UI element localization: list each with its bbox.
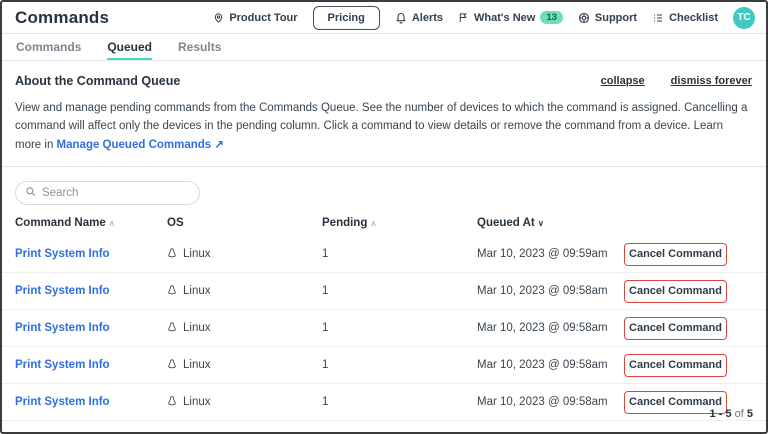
tab-bar: Commands Queued Results xyxy=(2,34,766,61)
checklist-icon xyxy=(652,12,664,24)
tab-queued[interactable]: Queued xyxy=(107,34,152,60)
table-row: Print System Info Linux 1 Mar 10, 2023 @… xyxy=(2,236,766,273)
flag-icon xyxy=(458,11,469,24)
os-label: Linux xyxy=(183,322,211,334)
cancel-command-button[interactable]: Cancel Command xyxy=(624,243,727,266)
manage-queued-commands-link[interactable]: Manage Queued Commands ↗ xyxy=(57,139,224,151)
checklist-label: Checklist xyxy=(669,12,718,24)
sort-asc-icon: ∧ xyxy=(370,218,376,228)
queued-at-value: Mar 10, 2023 @ 09:58am xyxy=(477,359,624,371)
table-row: Print System Info Linux 1 Mar 10, 2023 @… xyxy=(2,310,766,347)
linux-penguin-icon xyxy=(167,358,177,373)
table-header-row: Command Name∧ OS Pending∧ Queued At∨ xyxy=(2,209,766,236)
about-command-queue-banner: About the Command Queue collapse dismiss… xyxy=(2,61,766,167)
tour-icon xyxy=(213,12,224,24)
table-row: Print System Info Linux 1 Mar 10, 2023 @… xyxy=(2,347,766,384)
pagination-of: of xyxy=(735,408,744,420)
cancel-command-button[interactable]: Cancel Command xyxy=(624,280,727,303)
column-header-pending[interactable]: Pending∧ xyxy=(322,217,477,229)
command-name-link[interactable]: Print System Info xyxy=(15,285,110,297)
whats-new-count-badge: 13 xyxy=(540,11,563,24)
linux-penguin-icon xyxy=(167,247,177,262)
search-box[interactable] xyxy=(15,181,200,205)
whats-new-label: What's New xyxy=(474,12,535,24)
checklist-button[interactable]: Checklist xyxy=(652,12,718,24)
support-button[interactable]: Support xyxy=(578,12,637,24)
column-header-queued-at[interactable]: Queued At∨ xyxy=(477,217,624,229)
about-title: About the Command Queue xyxy=(15,74,180,88)
column-header-command-name[interactable]: Command Name∧ xyxy=(15,217,167,229)
linux-penguin-icon xyxy=(167,395,177,410)
cancel-command-button[interactable]: Cancel Command xyxy=(624,317,727,340)
command-name-link[interactable]: Print System Info xyxy=(15,322,110,334)
tab-commands[interactable]: Commands xyxy=(16,34,81,60)
top-nav: Product Tour Pricing Alerts xyxy=(213,6,755,30)
os-label: Linux xyxy=(183,248,211,260)
command-name-link[interactable]: Print System Info xyxy=(15,359,110,371)
queued-at-value: Mar 10, 2023 @ 09:59am xyxy=(477,248,624,260)
dismiss-forever-link[interactable]: dismiss forever xyxy=(671,75,752,87)
pending-count: 1 xyxy=(322,285,477,297)
pagination: 1 - 5 of 5 xyxy=(710,408,753,420)
pending-count: 1 xyxy=(322,322,477,334)
search-zone xyxy=(2,167,766,209)
alerts-button[interactable]: Alerts xyxy=(395,11,443,24)
collapse-link[interactable]: collapse xyxy=(601,75,645,87)
alerts-label: Alerts xyxy=(412,12,443,24)
command-name-link[interactable]: Print System Info xyxy=(15,396,110,408)
column-header-os[interactable]: OS xyxy=(167,217,322,229)
pending-count: 1 xyxy=(322,359,477,371)
command-name-link[interactable]: Print System Info xyxy=(15,248,110,260)
os-cell: Linux xyxy=(167,247,322,262)
whats-new-button[interactable]: What's New 13 xyxy=(458,11,563,24)
sort-desc-icon: ∨ xyxy=(538,218,544,228)
external-link-icon: ↗ xyxy=(214,139,224,151)
about-description: View and manage pending commands from th… xyxy=(15,99,752,154)
commands-page: Commands Product Tour Pricing xyxy=(0,0,768,434)
os-cell: Linux xyxy=(167,395,322,410)
bell-icon xyxy=(395,11,407,24)
table-row: Print System Info Linux 1 Mar 10, 2023 @… xyxy=(2,273,766,310)
pending-count: 1 xyxy=(322,396,477,408)
pagination-range: 1 - 5 xyxy=(710,408,732,420)
tab-results[interactable]: Results xyxy=(178,34,221,60)
os-cell: Linux xyxy=(167,358,322,373)
os-label: Linux xyxy=(183,359,211,371)
lifebuoy-icon xyxy=(578,12,590,24)
os-label: Linux xyxy=(183,285,211,297)
linux-penguin-icon xyxy=(167,284,177,299)
search-icon xyxy=(25,184,36,202)
queued-at-value: Mar 10, 2023 @ 09:58am xyxy=(477,396,624,408)
user-avatar[interactable]: TC xyxy=(733,7,755,29)
support-label: Support xyxy=(595,12,637,24)
linux-penguin-icon xyxy=(167,321,177,336)
product-tour-label: Product Tour xyxy=(229,12,297,24)
pagination-total: 5 xyxy=(747,408,753,420)
os-label: Linux xyxy=(183,396,211,408)
table-row: Print System Info Linux 1 Mar 10, 2023 @… xyxy=(2,384,766,421)
product-tour-button[interactable]: Product Tour xyxy=(213,12,297,24)
queued-at-value: Mar 10, 2023 @ 09:58am xyxy=(477,322,624,334)
sort-asc-icon: ∧ xyxy=(109,218,115,228)
os-cell: Linux xyxy=(167,321,322,336)
pending-count: 1 xyxy=(322,248,477,260)
top-header: Commands Product Tour Pricing xyxy=(2,2,766,34)
search-input[interactable] xyxy=(42,187,190,199)
pricing-button[interactable]: Pricing xyxy=(313,6,380,30)
queued-at-value: Mar 10, 2023 @ 09:58am xyxy=(477,285,624,297)
os-cell: Linux xyxy=(167,284,322,299)
page-title: Commands xyxy=(15,8,109,28)
cancel-command-button[interactable]: Cancel Command xyxy=(624,354,727,377)
